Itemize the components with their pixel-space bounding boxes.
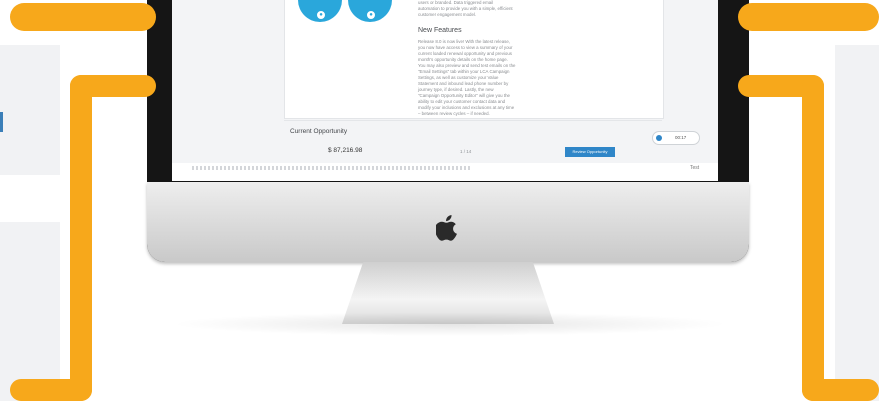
features-title: New Features (418, 27, 462, 34)
features-body: Release 8.0 is now live! With the latest… (418, 39, 516, 116)
opportunity-title: Current Opportunity (290, 128, 348, 135)
bracket-bottom-right (802, 379, 879, 401)
status-bar-text (192, 166, 472, 170)
session-timer: 00:17 (652, 131, 700, 145)
timer-value: 00:17 (675, 135, 687, 140)
background-panel-left-lower (0, 222, 60, 401)
opportunity-amount: $ 87,216.98 (328, 147, 363, 154)
section-divider (284, 120, 662, 121)
bracket-bottom-left (10, 379, 92, 401)
apple-logo-icon (435, 215, 459, 241)
background-panel-right (835, 45, 879, 401)
review-opportunity-button[interactable]: Review Opportunity (565, 147, 615, 157)
background-panel-left (0, 45, 60, 175)
bracket-top-left (10, 3, 156, 31)
status-bar-label: Test (690, 165, 700, 171)
stand-shadow (170, 312, 730, 336)
timer-icon (656, 135, 662, 141)
intro-text: users or branded. Data triggered email a… (418, 0, 513, 17)
circle-badge-icon: ● (316, 10, 326, 20)
bracket-right-vertical (802, 75, 824, 401)
edge-marker (0, 112, 3, 132)
page-indicator: 1 / 14 (460, 149, 472, 154)
bracket-left-vertical (70, 75, 92, 401)
bracket-top-right (738, 3, 879, 31)
circle-badge-icon: ● (366, 10, 376, 20)
